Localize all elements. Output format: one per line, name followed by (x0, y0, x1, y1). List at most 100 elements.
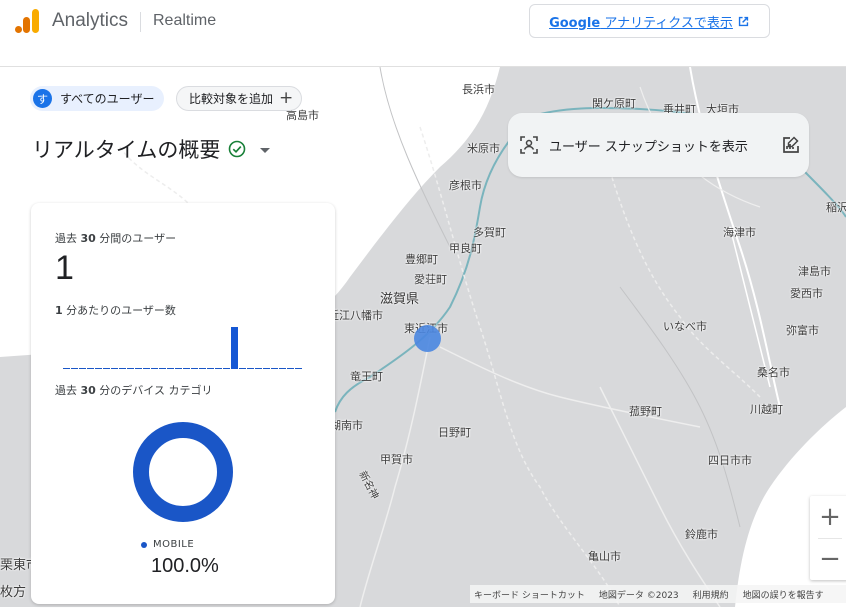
user-snapshot-icon (520, 136, 538, 154)
users-30min-label: 過去 30 分間のユーザー (55, 232, 177, 245)
place-label: 関ケ原町 (592, 97, 636, 110)
place-label: 甲良町 (449, 242, 482, 255)
chart-bar (207, 368, 214, 369)
chart-bar (143, 368, 150, 369)
zoom-in-button[interactable]: + (810, 496, 846, 538)
customize-report-icon[interactable] (781, 135, 801, 155)
chart-bar (239, 368, 246, 369)
place-label: 近江八幡市 (328, 309, 383, 322)
place-label: 海津市 (723, 226, 756, 239)
keyboard-shortcuts-link[interactable]: キーボード ショートカット (474, 588, 585, 601)
chart-bar (175, 368, 182, 369)
add-comparison-label: 比較対象を追加 (189, 92, 274, 106)
report-error-link[interactable]: 地図の誤りを報告す (743, 588, 824, 601)
device-donut-chart[interactable] (132, 421, 234, 523)
chart-bar (167, 368, 174, 369)
place-label: 川越町 (750, 403, 783, 416)
place-label: 四日市市 (708, 454, 752, 467)
analytics-logo-icon (15, 9, 39, 33)
place-label: 稲沢 (826, 201, 846, 214)
place-label: 愛荘町 (414, 273, 447, 286)
place-label: 米原市 (467, 142, 500, 155)
ga-link-text: アナリティクスで表示 (600, 15, 733, 31)
device-legend: MOBILE (141, 539, 194, 550)
place-label: 亀山市 (588, 550, 621, 563)
check-circle-icon (229, 140, 246, 158)
analytics-app: Analytics Realtime Google アナリティクスで表示 長浜市… (0, 0, 846, 611)
page-title-text: リアルタイムの概要 (32, 138, 221, 162)
all-users-label: すべてのユーザー (60, 92, 155, 106)
map-attribution: キーボード ショートカット 地図データ ©2023 利用規約 地図の誤りを報告す (470, 585, 846, 603)
place-label: 弥富市 (786, 324, 819, 337)
chart-bar (79, 368, 86, 369)
chart-bar (95, 368, 102, 369)
place-label: 菰野町 (629, 405, 662, 418)
prefecture-label: 滋賀県 (380, 292, 420, 307)
place-label: 愛西市 (790, 287, 823, 300)
chart-bar (287, 368, 294, 369)
chart-bar (71, 368, 78, 369)
chart-bar (103, 368, 110, 369)
chart-bar (119, 368, 126, 369)
chart-bar (199, 368, 206, 369)
chart-bar (111, 368, 118, 369)
place-label: 日野町 (438, 426, 471, 439)
active-user-marker[interactable] (414, 325, 441, 352)
view-name: Realtime (153, 12, 217, 29)
place-label: 甲賀市 (380, 453, 413, 466)
chart-bar (223, 368, 230, 369)
map-zoom-controls: + − (810, 496, 846, 580)
chevron-down-icon[interactable] (260, 148, 271, 153)
chart-bar (215, 368, 222, 369)
realtime-summary-card: 過去 30 分間のユーザー 1 1 分あたりのユーザー数 過去 30 分のデバイ… (31, 203, 335, 604)
device-category-label: 過去 30 分のデバイス カテゴリ (55, 384, 213, 397)
segment-avatar-icon: す (33, 89, 52, 108)
app-name: Analytics (52, 10, 129, 31)
zoom-out-button[interactable]: − (810, 538, 846, 580)
chart-bar (263, 368, 270, 369)
place-label: 桑名市 (757, 366, 790, 379)
chart-bar (247, 368, 254, 369)
place-label: 豊郷町 (405, 253, 438, 266)
chart-bar (271, 368, 278, 369)
open-in-ga-link[interactable]: Google アナリティクスで表示 (529, 4, 770, 38)
top-header: Analytics Realtime Google アナリティクスで表示 (0, 0, 846, 67)
chart-bar (159, 368, 166, 369)
donut-slice-mobile (133, 422, 233, 522)
chart-bar (127, 368, 134, 369)
chart-bar (151, 368, 158, 369)
place-label: 多賀町 (473, 226, 506, 239)
users-30min-value: 1 (55, 249, 74, 287)
ga-link-brand: Google (549, 15, 601, 31)
external-link-icon (738, 16, 749, 26)
place-label: 竜王町 (350, 370, 383, 383)
all-users-chip[interactable]: す すべてのユーザー (30, 86, 165, 111)
chart-bar (183, 368, 190, 369)
snapshot-label: ユーザー スナップショットを表示 (549, 139, 748, 155)
add-comparison-button[interactable]: 比較対象を追加 + (176, 86, 303, 111)
users-per-minute-chart[interactable] (63, 323, 303, 369)
chart-bar (191, 368, 198, 369)
device-percentage: 100.0% (151, 555, 219, 577)
view-user-snapshot-button[interactable]: ユーザー スナップショットを表示 (508, 113, 809, 177)
place-label: 枚方 (0, 585, 27, 600)
chart-bar (279, 368, 286, 369)
place-label: 彦根市 (449, 179, 482, 192)
terms-link[interactable]: 利用規約 (693, 588, 729, 601)
users-per-minute-label: 1 分あたりのユーザー数 (55, 304, 176, 317)
place-label: 鈴鹿市 (685, 528, 718, 541)
page-title[interactable]: リアルタイムの概要 (32, 134, 271, 164)
chart-bar (295, 368, 302, 369)
chart-bar (87, 368, 94, 369)
chart-bar (255, 368, 262, 369)
device-legend-label: MOBILE (153, 539, 195, 550)
chart-bar (135, 368, 142, 369)
map-data-credit: 地図データ ©2023 (598, 590, 679, 601)
legend-dot-icon (141, 541, 147, 548)
chart-bar (231, 327, 238, 369)
place-label: いなべ市 (663, 320, 707, 333)
header-divider (140, 12, 141, 32)
place-label: 長浜市 (462, 83, 495, 96)
place-label: 津島市 (798, 265, 831, 278)
chart-bar (63, 368, 70, 369)
